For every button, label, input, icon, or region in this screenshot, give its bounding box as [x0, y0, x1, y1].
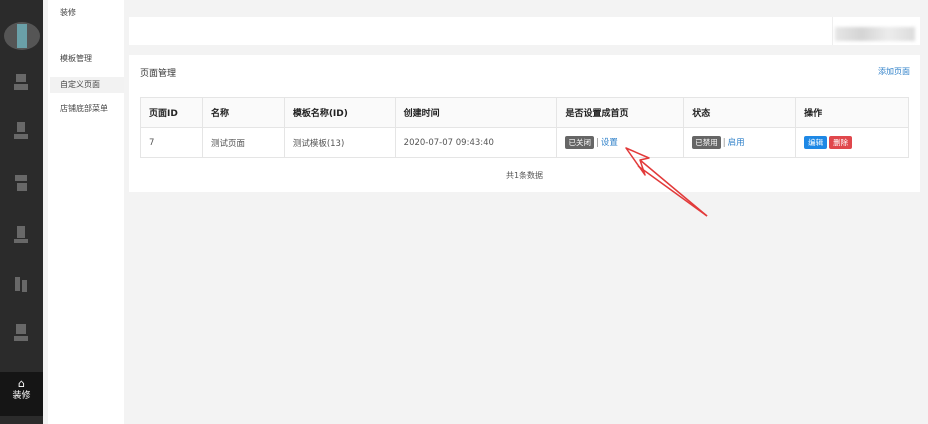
homepage-status-badge: 已关闭	[565, 136, 594, 149]
page-management-panel: 页面管理 添加页面 页面ID 名称 模板名称(ID) 创建时间 是否设置成首页 …	[129, 55, 920, 192]
status-badge: 已禁用	[692, 136, 721, 149]
cell-page-id: 7	[140, 127, 203, 158]
submenu-item-custom-pages[interactable]: 自定义页面	[50, 77, 124, 93]
cell-name: 测试页面	[201, 127, 285, 158]
avatar[interactable]	[4, 22, 40, 50]
edit-button[interactable]: 编辑	[804, 136, 828, 149]
top-bar	[129, 17, 920, 45]
cell-actions: 编辑 删除	[795, 127, 909, 158]
header-template: 模板名称(ID)	[283, 97, 396, 128]
separator: |	[595, 138, 599, 148]
separator: |	[722, 138, 726, 148]
cell-created: 2020-07-07 09:43:40	[394, 127, 558, 158]
nav-item-decoration[interactable]: ⌂ 装修	[0, 372, 43, 416]
user-info-blurred[interactable]	[835, 27, 915, 41]
header-name: 名称	[201, 97, 285, 128]
nav-icon-4[interactable]	[12, 224, 30, 246]
submenu-item-template-management[interactable]: 模板管理	[60, 53, 92, 64]
nav-icon-2[interactable]	[12, 120, 30, 142]
cell-status: 已禁用 | 启用	[683, 127, 797, 158]
nav-icon-5[interactable]	[12, 274, 30, 296]
header-created: 创建时间	[394, 97, 558, 128]
table-header-row: 页面ID 名称 模板名称(ID) 创建时间 是否设置成首页 状态 操作	[140, 97, 909, 128]
nav-icon-3[interactable]	[12, 172, 30, 194]
delete-button[interactable]: 删除	[829, 136, 853, 149]
nav-icon-1[interactable]	[12, 72, 30, 94]
cell-template: 测试模板(13)	[283, 127, 396, 158]
cell-homepage: 已关闭 | 设置	[556, 127, 685, 158]
nav-icon-6[interactable]	[12, 322, 30, 344]
left-nav-rail: ⌂ 装修	[0, 0, 43, 424]
submenu-item-decoration[interactable]: 装修	[60, 7, 76, 18]
set-homepage-link[interactable]: 设置	[601, 138, 618, 148]
nav-item-decoration-label: 装修	[12, 391, 31, 401]
panel-title: 页面管理	[140, 69, 177, 79]
header-status: 状态	[683, 97, 797, 128]
table-row: 7 测试页面 测试模板(13) 2020-07-07 09:43:40 已关闭 |…	[140, 127, 909, 158]
enable-link[interactable]: 启用	[728, 138, 745, 148]
top-bar-divider	[832, 17, 833, 45]
table-footer-count: 共1条数据	[505, 171, 544, 180]
header-actions: 操作	[795, 97, 909, 128]
pages-table: 页面ID 名称 模板名称(ID) 创建时间 是否设置成首页 状态 操作 7 测试…	[140, 97, 909, 158]
submenu-item-shop-bottom-menu[interactable]: 店铺底部菜单	[60, 103, 108, 114]
folder-icon: ⌂	[18, 377, 25, 390]
header-homepage: 是否设置成首页	[556, 97, 685, 128]
submenu: 装修 模板管理 自定义页面 店铺底部菜单	[48, 0, 124, 424]
add-page-link[interactable]: 添加页面	[878, 66, 910, 77]
header-page-id: 页面ID	[140, 97, 203, 128]
